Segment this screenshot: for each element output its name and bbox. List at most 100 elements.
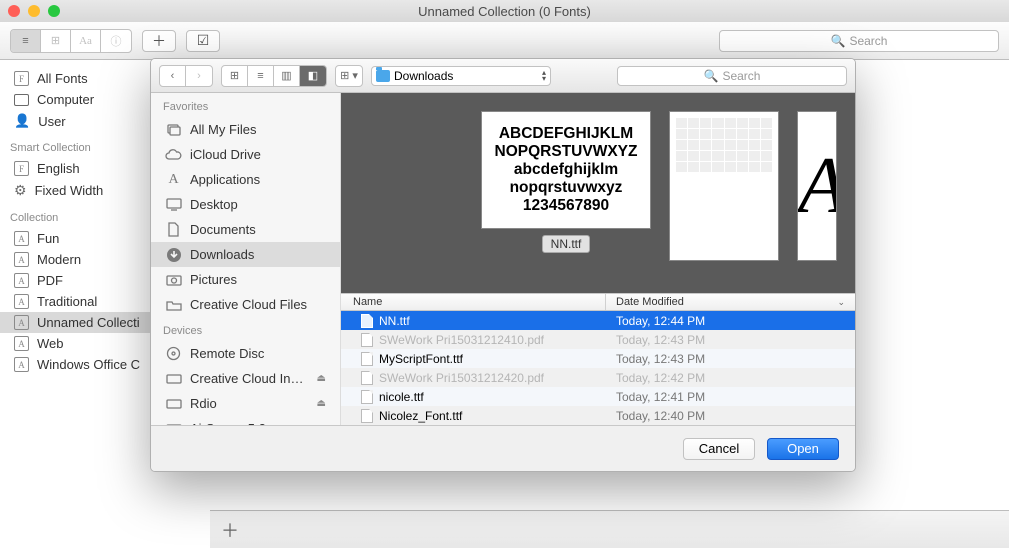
validate-button[interactable]: ☑︎ — [186, 30, 220, 52]
file-list[interactable]: NN.ttfToday, 12:44 PMSWeWork Pri15031212… — [341, 311, 855, 425]
sidebar-item[interactable]: AirServer 5.2⏏ — [151, 416, 340, 425]
dialog-toolbar: ‹ › ⊞ ≡ ▥ ◧ ⊞ ▾ Downloads ▴▾ 🔍 Search — [151, 59, 855, 93]
location-popup[interactable]: Downloads ▴▾ — [371, 66, 551, 86]
open-dialog: ‹ › ⊞ ≡ ▥ ◧ ⊞ ▾ Downloads ▴▾ 🔍 Search Fa… — [150, 58, 856, 472]
sidebar-item[interactable]: Desktop — [151, 192, 340, 217]
sidebar-item-label: Modern — [37, 252, 81, 267]
eject-icon[interactable]: ⏏ — [317, 373, 326, 384]
document-icon — [361, 314, 373, 328]
preview-thumb-font[interactable]: ABCDEFGHIJKLMNOPQRSTUVWXYZabcdefghijklmn… — [481, 111, 651, 275]
fontset-icon: F — [14, 71, 29, 86]
sidebar-item[interactable]: AApplications — [151, 167, 340, 192]
sidebar-item[interactable]: Downloads — [151, 242, 340, 267]
person-icon: 👤 — [14, 113, 30, 129]
app-toolbar: ≡ ⊞ Aa ⓘ ＋ ☑︎ 🔍 Search — [0, 22, 1009, 60]
section-header: Devices — [151, 317, 340, 341]
sidebar-item-label: Remote Disc — [190, 346, 264, 361]
eject-icon[interactable]: ⏏ — [317, 398, 326, 409]
document-icon — [361, 409, 373, 423]
file-row[interactable]: nicole.ttfToday, 12:41 PM — [341, 387, 855, 406]
sidebar-item-label: English — [37, 161, 80, 176]
sidebar-item[interactable]: iCloud Drive — [151, 142, 340, 167]
add-button[interactable]: ＋ — [142, 30, 176, 52]
dialog-search-field[interactable]: 🔍 Search — [617, 66, 847, 86]
sidebar-item-label: Applications — [190, 172, 260, 187]
list-view-button[interactable]: ≡ — [11, 30, 41, 52]
sidebar-item[interactable]: Remote Disc — [151, 341, 340, 366]
file-row[interactable]: SWeWork Pri15031212420.pdfToday, 12:42 P… — [341, 368, 855, 387]
sidebar-item-label: Traditional — [37, 294, 97, 309]
grid-view-button[interactable]: ⊞ — [41, 30, 71, 52]
sidebar-item[interactable]: Creative Cloud In… ⏏ — [151, 366, 340, 391]
forward-button[interactable]: › — [186, 66, 212, 86]
document-icon — [361, 390, 373, 404]
sidebar-item-label: Fixed Width — [35, 183, 104, 198]
search-icon: 🔍 — [704, 69, 719, 83]
sidebar-item[interactable]: Rdio⏏ — [151, 391, 340, 416]
file-row[interactable]: MyScriptFont.ttfToday, 12:43 PM — [341, 349, 855, 368]
file-date: Today, 12:41 PM — [606, 390, 855, 404]
sidebar-item-label: Downloads — [190, 247, 254, 262]
open-button[interactable]: Open — [767, 438, 839, 460]
sidebar-item[interactable]: All My Files — [151, 117, 340, 142]
arrange-segmented: ⊞ ▾ — [335, 65, 363, 87]
collection-icon: A — [14, 357, 29, 372]
document-icon — [361, 333, 373, 347]
file-row[interactable]: NN.ttfToday, 12:44 PM — [341, 311, 855, 330]
search-field[interactable]: 🔍 Search — [719, 30, 999, 52]
preview-thumb-sheet[interactable] — [669, 111, 779, 275]
info-view-button[interactable]: ⓘ — [101, 30, 131, 52]
sidebar-item-label: Creative Cloud In… — [190, 371, 303, 386]
file-row[interactable]: Nicolez_Font.ttfToday, 12:40 PM — [341, 406, 855, 425]
file-list-header: Name Date Modified ⌄ — [341, 293, 855, 311]
drive-icon — [165, 395, 182, 412]
arrange-button[interactable]: ⊞ ▾ — [336, 66, 362, 86]
column-view-button[interactable]: ▥ — [274, 66, 300, 86]
file-row[interactable]: SWeWork Pri15031212410.pdfToday, 12:43 P… — [341, 330, 855, 349]
column-date-header[interactable]: Date Modified ⌄ — [606, 294, 855, 310]
search-placeholder: Search — [849, 34, 887, 48]
chevron-updown-icon: ▴▾ — [542, 70, 546, 82]
dialog-content: ABCDEFGHIJKLMNOPQRSTUVWXYZabcdefghijklmn… — [341, 93, 855, 425]
dialog-footer: Cancel Open — [151, 425, 855, 471]
file-name: NN.ttf — [379, 314, 410, 328]
monitor-icon — [14, 94, 29, 106]
sidebar-item[interactable]: Pictures — [151, 267, 340, 292]
back-button[interactable]: ‹ — [160, 66, 186, 86]
file-name: Nicolez_Font.ttf — [379, 409, 462, 423]
column-name-header[interactable]: Name — [341, 294, 606, 310]
sidebar-item-label: Windows Office C — [37, 357, 140, 372]
bottom-toolbar: ＋ — [210, 510, 1009, 548]
sidebar-item-label: PDF — [37, 273, 63, 288]
chevron-down-icon: ⌄ — [837, 297, 845, 308]
dialog-search-placeholder: Search — [722, 69, 760, 83]
sidebar-item-label: Creative Cloud Files — [190, 297, 307, 312]
coverflow-view-button[interactable]: ◧ — [300, 66, 326, 86]
sidebar-item-label: Web — [37, 336, 64, 351]
sidebar-item-label: Pictures — [190, 272, 237, 287]
collection-icon: A — [14, 315, 29, 330]
sidebar-item-label: User — [38, 114, 65, 129]
add-collection-button[interactable]: ＋ — [220, 520, 240, 540]
preview-thumb-overflow[interactable]: A — [797, 111, 837, 261]
sidebar-item-label: Fun — [37, 231, 59, 246]
dialog-sidebar: FavoritesAll My FilesiCloud DriveAApplic… — [151, 93, 341, 425]
sidebar-item[interactable]: Documents — [151, 217, 340, 242]
file-name: MyScriptFont.ttf — [379, 352, 463, 366]
glyph-sheet — [669, 111, 779, 261]
preview-strip[interactable]: ABCDEFGHIJKLMNOPQRSTUVWXYZabcdefghijklmn… — [341, 93, 855, 293]
window-title: Unnamed Collection (0 Fonts) — [0, 4, 1009, 19]
gear-icon: ⚙︎ — [14, 182, 27, 199]
folder-icon — [165, 296, 182, 313]
download-icon — [165, 246, 182, 263]
allfiles-icon — [165, 121, 182, 138]
sidebar-item[interactable]: Creative Cloud Files — [151, 292, 340, 317]
viewmode-segmented: ⊞ ≡ ▥ ◧ — [221, 65, 327, 87]
document-icon — [361, 352, 373, 366]
cancel-button[interactable]: Cancel — [683, 438, 755, 460]
sample-view-button[interactable]: Aa — [71, 30, 101, 52]
icon-view-button[interactable]: ⊞ — [222, 66, 248, 86]
font-sample-card: ABCDEFGHIJKLMNOPQRSTUVWXYZabcdefghijklmn… — [481, 111, 651, 229]
titlebar: Unnamed Collection (0 Fonts) — [0, 0, 1009, 22]
list-view-button[interactable]: ≡ — [248, 66, 274, 86]
